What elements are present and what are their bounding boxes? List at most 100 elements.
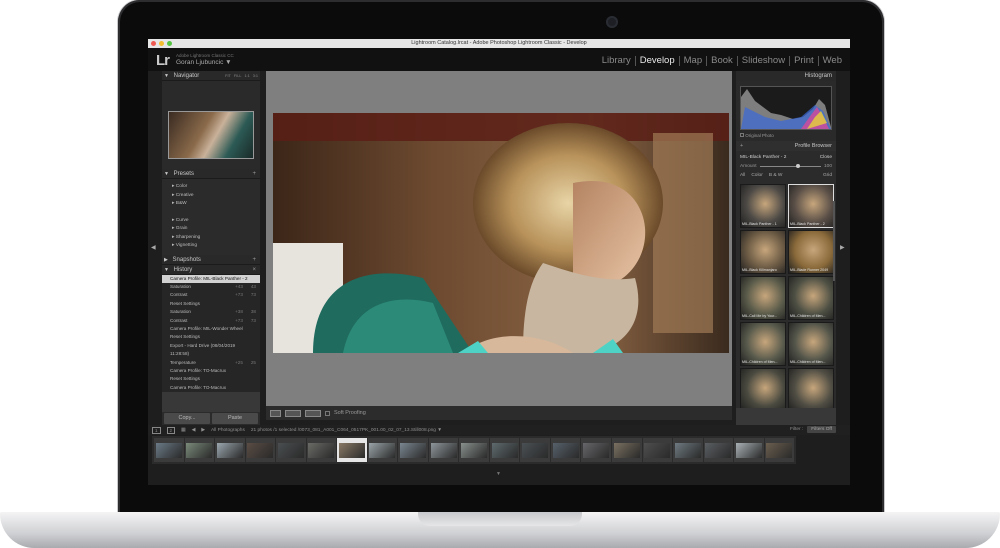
before-after-view-icon[interactable] bbox=[285, 409, 301, 417]
zoom-option-0[interactable]: FIT bbox=[225, 71, 231, 81]
copy-button[interactable]: Copy... bbox=[164, 413, 210, 424]
history-step[interactable]: Camera Profile: TO-Macrux bbox=[162, 384, 260, 392]
profile-tile[interactable]: MIL-Call Me by Your... bbox=[740, 276, 786, 320]
profile-tab[interactable]: B & W bbox=[769, 171, 783, 180]
preset-group[interactable]: ▸ Grain bbox=[172, 225, 260, 234]
profile-tile[interactable]: MIL-Black Panther - 2 bbox=[788, 184, 834, 228]
filmstrip-thumbnail[interactable] bbox=[428, 438, 459, 462]
add-preset-icon[interactable]: + bbox=[252, 169, 256, 179]
filmstrip-thumbnail[interactable] bbox=[184, 438, 215, 462]
profile-tile[interactable]: MIL-Children of Men... bbox=[788, 276, 834, 320]
profile-tile[interactable]: MIL-Children of Men... bbox=[740, 322, 786, 366]
before-after-swap-icon[interactable] bbox=[305, 409, 321, 417]
profile-tile[interactable] bbox=[788, 368, 834, 408]
loupe-view-icon[interactable] bbox=[270, 409, 281, 417]
history-step[interactable]: Contrast +73 73 bbox=[162, 291, 260, 299]
panel-scrollbar[interactable] bbox=[833, 201, 835, 281]
filmstrip-thumbnail[interactable] bbox=[673, 438, 703, 462]
profile-tab[interactable]: Color bbox=[751, 171, 762, 180]
history-header[interactable]: ▼ History × bbox=[162, 264, 260, 275]
original-photo-checkbox[interactable] bbox=[740, 133, 744, 137]
secondary-window-button[interactable]: 2 bbox=[166, 426, 176, 434]
filmstrip-thumbnail[interactable] bbox=[215, 438, 245, 462]
filmstrip-thumbnail[interactable] bbox=[398, 438, 428, 462]
close-window-button[interactable] bbox=[151, 41, 156, 46]
navigator-thumbnail[interactable] bbox=[168, 111, 254, 159]
filmstrip-thumbnail[interactable] bbox=[306, 438, 337, 462]
filmstrip-thumbnail[interactable] bbox=[734, 438, 764, 462]
filmstrip-thumbnail[interactable] bbox=[367, 438, 398, 462]
profile-tile[interactable] bbox=[740, 368, 786, 408]
amount-value[interactable]: 100 bbox=[824, 162, 832, 171]
filmstrip-thumbnail[interactable] bbox=[489, 438, 520, 462]
grid-view-toggle[interactable]: Grid bbox=[823, 171, 832, 180]
soft-proofing-checkbox[interactable] bbox=[325, 410, 330, 416]
preset-group[interactable]: ▸ Vignetting bbox=[172, 242, 260, 251]
preset-group[interactable]: ▸ Creative bbox=[172, 192, 260, 201]
close-profile-browser-button[interactable]: Close bbox=[820, 153, 832, 162]
histogram-header[interactable]: Histogram bbox=[736, 71, 836, 81]
history-step[interactable]: Reset Settings bbox=[162, 300, 260, 308]
grid-icon[interactable]: ▦ bbox=[181, 428, 186, 433]
zoom-option-2[interactable]: 1:1 bbox=[244, 71, 249, 81]
filmstrip-thumbnail[interactable] bbox=[581, 438, 611, 462]
image-canvas[interactable] bbox=[266, 71, 732, 406]
filmstrip-thumbnail[interactable] bbox=[245, 438, 276, 462]
history-step[interactable]: Reset Settings bbox=[162, 333, 260, 341]
history-step[interactable]: Camera Profile: MIL-Wonder Wheel bbox=[162, 325, 260, 333]
preset-group[interactable]: ▸ Curve bbox=[172, 217, 260, 226]
module-book[interactable]: Book bbox=[706, 56, 737, 66]
module-print[interactable]: Print bbox=[789, 56, 818, 66]
paste-button[interactable]: Paste bbox=[212, 413, 258, 424]
primary-window-button[interactable]: 1 bbox=[152, 426, 161, 434]
preset-group[interactable]: ▸ Color bbox=[172, 183, 260, 192]
amount-slider[interactable] bbox=[759, 164, 821, 168]
preset-group[interactable]: ▸ B&W bbox=[172, 200, 260, 209]
left-panel-toggle-icon[interactable]: ◀ bbox=[151, 244, 156, 251]
filmstrip-thumbnail[interactable] bbox=[520, 438, 550, 462]
navigator-preview[interactable] bbox=[162, 81, 260, 169]
right-panel-toggle-icon[interactable]: ▶ bbox=[840, 244, 845, 251]
plus-icon[interactable]: + bbox=[740, 141, 743, 151]
history-step[interactable]: Reset Settings bbox=[162, 375, 260, 383]
profile-tile[interactable]: MIL-Blade Runner 2049 bbox=[788, 230, 834, 274]
zoom-window-button[interactable] bbox=[167, 41, 172, 46]
bottom-panel-toggle-icon[interactable]: ▼ bbox=[496, 471, 501, 477]
history-step[interactable]: Camera Profile: TO-Macrux bbox=[162, 367, 260, 375]
filmstrip-thumbnail[interactable] bbox=[337, 438, 367, 462]
module-slideshow[interactable]: Slideshow bbox=[736, 56, 789, 66]
history-step[interactable]: Export - Hard Drive (08/04/2019 11:28:58… bbox=[162, 342, 260, 359]
amount-slider-knob[interactable] bbox=[796, 164, 801, 168]
zoom-option-3[interactable]: 3:1 bbox=[253, 71, 258, 81]
history-step[interactable]: Saturation +43 43 bbox=[162, 283, 260, 291]
history-step[interactable]: Contrast +73 73 bbox=[162, 317, 260, 325]
filmstrip-thumbnail[interactable] bbox=[642, 438, 673, 462]
filmstrip-thumbnail[interactable] bbox=[611, 438, 642, 462]
module-develop[interactable]: Develop bbox=[634, 56, 679, 66]
user-menu[interactable]: Goran Ljubuncic ▼ bbox=[176, 59, 232, 66]
filter-select[interactable]: Filters Off bbox=[807, 426, 836, 433]
module-web[interactable]: Web bbox=[817, 56, 846, 66]
preset-group[interactable]: ▸ Sharpening bbox=[172, 234, 260, 243]
source-label[interactable]: All Photographs bbox=[211, 428, 245, 433]
back-arrow-icon[interactable]: ◀ bbox=[192, 428, 196, 433]
navigator-header[interactable]: ▼ Navigator FIT FILL 1:1 3:1 bbox=[162, 71, 260, 81]
forward-arrow-icon[interactable]: ▶ bbox=[201, 428, 205, 433]
filmstrip-thumbnail[interactable] bbox=[276, 438, 306, 462]
module-library[interactable]: Library bbox=[598, 56, 635, 66]
history-step[interactable]: Temperature +25 25 bbox=[162, 359, 260, 367]
profile-tile[interactable]: MIL-Black Panther - 1 bbox=[740, 184, 786, 228]
history-step[interactable]: Saturation +38 38 bbox=[162, 308, 260, 316]
profile-tile[interactable]: MIL-Children of Men... bbox=[788, 322, 834, 366]
history-step[interactable]: Camera Profile: MIL-Black Panther - 2 bbox=[162, 274, 260, 283]
module-map[interactable]: Map bbox=[678, 56, 706, 66]
snapshots-header[interactable]: ▶ Snapshots + bbox=[162, 254, 260, 265]
original-photo-toggle[interactable]: Original Photo bbox=[740, 133, 774, 138]
selection-info[interactable]: 21 photos /1 selected /0073_081_A001_C06… bbox=[251, 428, 442, 433]
profile-tab[interactable]: All bbox=[740, 171, 745, 180]
filmstrip-thumbnail[interactable] bbox=[154, 438, 184, 462]
minimize-window-button[interactable] bbox=[159, 41, 164, 46]
presets-header[interactable]: ▼ Presets + bbox=[162, 169, 260, 179]
add-snapshot-icon[interactable]: + bbox=[252, 255, 256, 265]
histogram-graph[interactable] bbox=[740, 86, 832, 130]
